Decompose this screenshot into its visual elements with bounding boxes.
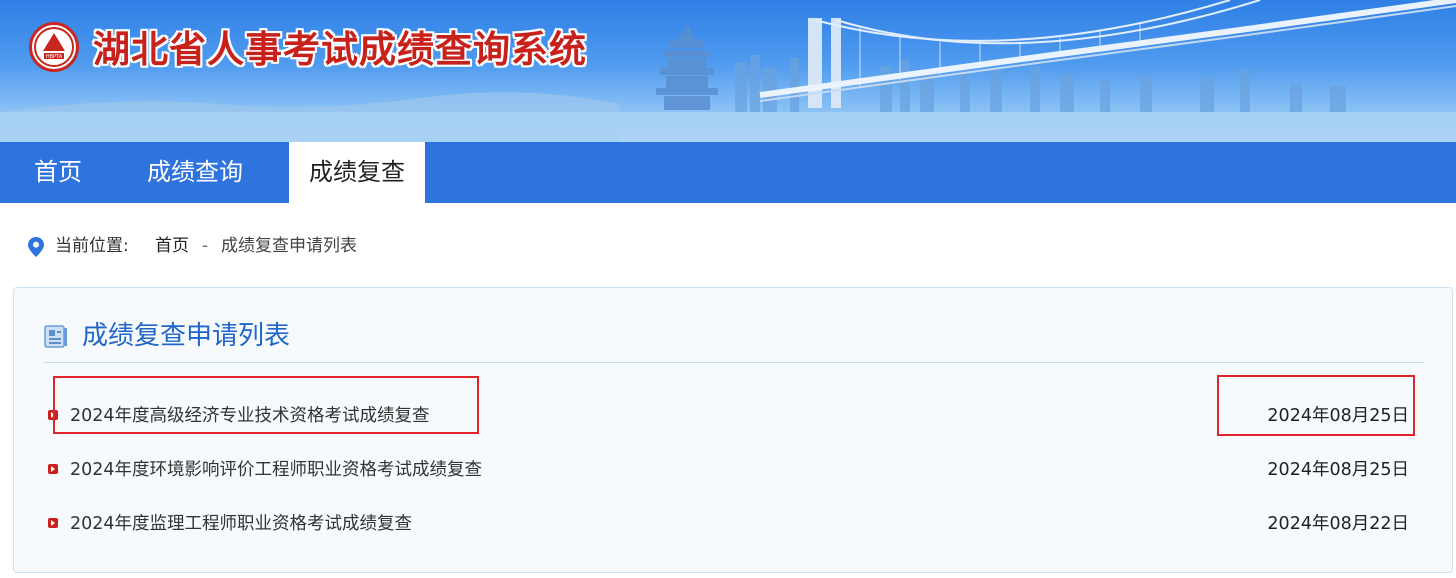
breadcrumb-separator: - (202, 236, 209, 256)
document-list-icon (44, 325, 67, 348)
review-item-link[interactable]: 2024年度环境影响评价工程师职业资格考试成绩复查 (70, 456, 482, 484)
review-list-panel: 成绩复查申请列表 2024年度高级经济专业技术资格考试成绩复查 2024年08月… (13, 287, 1453, 573)
breadcrumb-current: 成绩复查申请列表 (221, 236, 357, 256)
panel-header: 成绩复查申请列表 (44, 288, 1424, 363)
breadcrumb-label: 当前位置: (55, 236, 129, 256)
site-logo[interactable]: HBPTA (29, 22, 79, 72)
nav-item-home[interactable]: 首页 (0, 142, 116, 203)
list-item: 2024年度监理工程师职业资格考试成绩复查 2024年08月22日 (14, 504, 1454, 544)
breadcrumb-home-link[interactable]: 首页 (155, 233, 189, 259)
location-pin-icon (28, 237, 44, 257)
review-item-date: 2024年08月22日 (1267, 514, 1409, 534)
review-item-date: 2024年08月25日 (1267, 406, 1409, 426)
bullet-arrow-icon (48, 518, 58, 528)
review-item-link[interactable]: 2024年度高级经济专业技术资格考试成绩复查 (70, 402, 430, 430)
logo-emblem-icon: HBPTA (34, 27, 74, 67)
review-item-date: 2024年08月25日 (1267, 460, 1409, 480)
review-item-link[interactable]: 2024年度监理工程师职业资格考试成绩复查 (70, 510, 412, 538)
nav-item-score-review[interactable]: 成绩复查 (289, 142, 425, 203)
header-banner: HBPTA 湖北省人事考试成绩查询系统 (0, 0, 1456, 142)
site-title: 湖北省人事考试成绩查询系统 (93, 27, 587, 71)
bullet-arrow-icon (48, 464, 58, 474)
list-item: 2024年度高级经济专业技术资格考试成绩复查 2024年08月25日 (14, 396, 1454, 436)
list-item: 2024年度环境影响评价工程师职业资格考试成绩复查 2024年08月25日 (14, 450, 1454, 490)
nav-item-score-query[interactable]: 成绩查询 (128, 142, 262, 203)
logo-text: HBPTA (46, 54, 63, 60)
panel-title: 成绩复查申请列表 (82, 321, 291, 351)
main-nav: 首页 成绩查询 成绩复查 (0, 142, 1456, 203)
bullet-arrow-icon (48, 410, 58, 420)
